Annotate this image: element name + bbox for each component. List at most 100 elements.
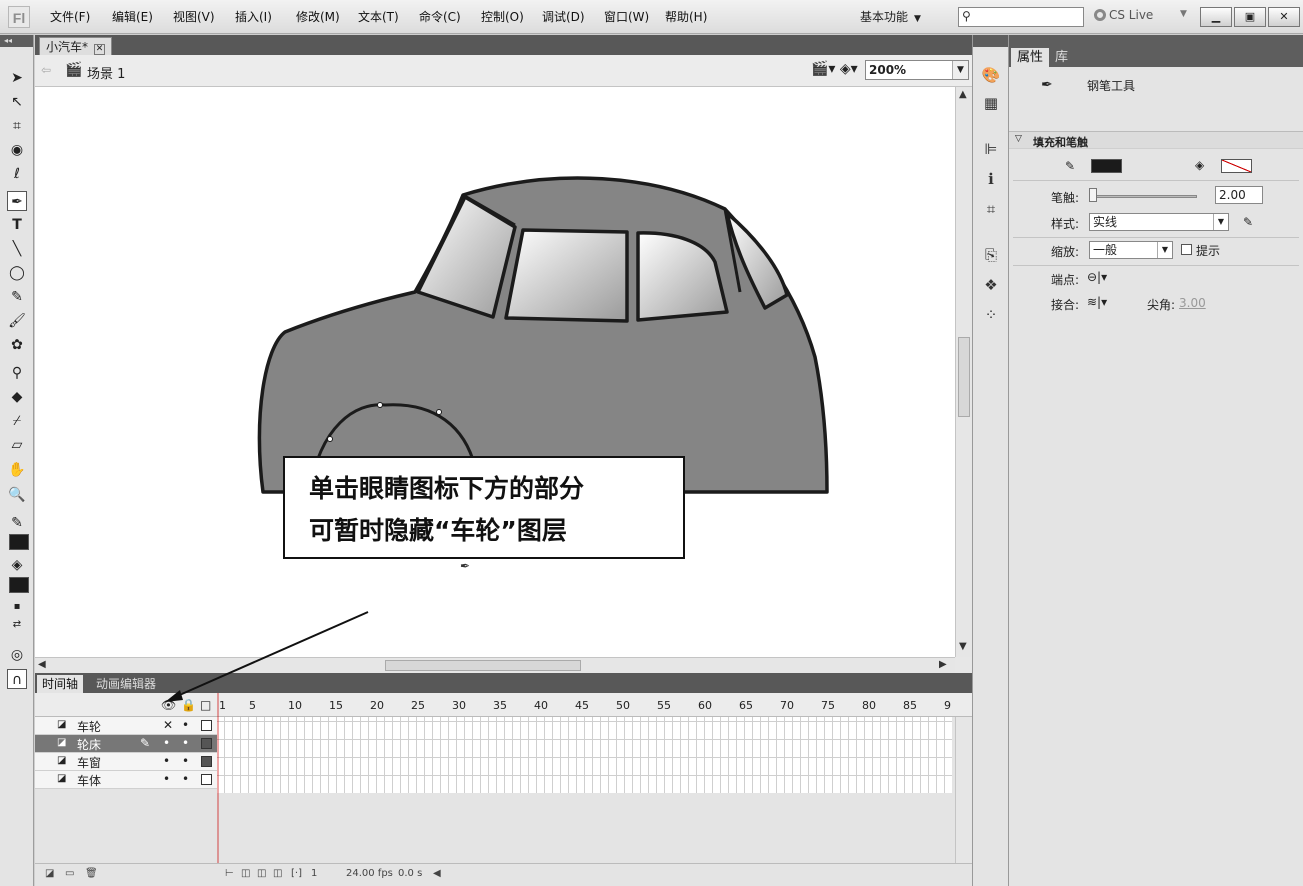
timeline-vertical-scrollbar[interactable] [955, 717, 972, 865]
text-tool-icon[interactable]: T [7, 215, 27, 235]
new-folder-icon[interactable]: ▭ [65, 868, 74, 879]
menu-commands[interactable]: 命令(C) [419, 8, 461, 25]
menu-help[interactable]: 帮助(H) [665, 8, 707, 25]
motion-presets-icon[interactable]: ⁘ [981, 305, 1001, 325]
bone-tool-icon[interactable]: ⚲ [7, 363, 27, 383]
scroll-right-icon[interactable]: ▶ [939, 659, 947, 670]
maximize-button[interactable]: ▣ [1234, 7, 1266, 27]
cs-live-button[interactable]: CS Live [1094, 8, 1153, 22]
fill-stroke-section[interactable]: ▽ 填充和笔触 [1009, 131, 1303, 149]
stroke-slider[interactable] [1089, 195, 1197, 198]
brush-tool-icon[interactable]: 🖌 [7, 311, 27, 331]
free-transform-tool-icon[interactable]: ⌗ [7, 116, 27, 136]
snap-icon[interactable]: ◎ [7, 645, 27, 665]
hint-checkbox[interactable] [1181, 244, 1192, 255]
hand-tool-icon[interactable]: ✋ [7, 460, 27, 480]
edit-scene-icon[interactable]: 🎬▾ ◈▾ [811, 61, 858, 77]
stroke-width-input[interactable]: 2.00 [1215, 186, 1263, 204]
eye-icon[interactable]: 👁 [161, 698, 176, 712]
scroll-left-icon[interactable]: ◀ [38, 659, 46, 670]
info-icon[interactable]: ℹ [981, 169, 1001, 189]
lock-toggle[interactable]: • [182, 718, 189, 732]
edit-style-icon[interactable]: ✎ [1243, 215, 1253, 229]
menu-debug[interactable]: 调试(D) [542, 8, 585, 25]
pencil-tool-icon[interactable]: ✎ [7, 287, 27, 307]
paint-bucket-tool-icon[interactable]: ◆ [7, 387, 27, 407]
scroll-left-icon[interactable]: ◀ [433, 868, 441, 879]
scene-label[interactable]: 场景 1 [87, 63, 125, 82]
deco-tool-icon[interactable]: ✿ [7, 335, 27, 355]
menu-control[interactable]: 控制(O) [481, 8, 524, 25]
black-white-icon[interactable]: ▪ [7, 597, 27, 617]
oval-tool-icon[interactable]: ◯ [7, 263, 27, 283]
components-icon[interactable]: ❖ [981, 275, 1001, 295]
magnet-icon[interactable]: ∩ [7, 669, 27, 689]
stroke-style-select[interactable]: 实线 ▼ [1089, 213, 1229, 231]
stage-canvas[interactable]: ✒ [35, 87, 955, 657]
outline-toggle[interactable] [201, 720, 212, 731]
edit-multiple-frames-icon[interactable]: ◫ [273, 868, 282, 879]
hidden-icon[interactable]: ✕ [163, 718, 173, 732]
scale-select[interactable]: 一般 ▼ [1089, 241, 1173, 259]
3d-rotation-tool-icon[interactable]: ◉ [7, 140, 27, 160]
outline-toggle[interactable] [201, 756, 212, 767]
layer-row-body[interactable]: ◪ 车体 • • [35, 771, 217, 789]
tab-library[interactable]: 库 [1049, 48, 1074, 67]
scroll-thumb[interactable] [385, 660, 581, 671]
center-frame-icon[interactable]: ⊢ [225, 868, 234, 879]
onion-skin-icon[interactable]: ◫ [241, 868, 250, 879]
zoom-select[interactable]: 200% ▼ [865, 60, 969, 80]
stroke-color-swatch[interactable] [1091, 159, 1122, 173]
onion-outline-icon[interactable]: ◫ [257, 868, 266, 879]
lasso-tool-icon[interactable]: ℓ [7, 164, 27, 184]
stage-vertical-scrollbar[interactable]: ▲ ▼ [955, 87, 972, 657]
collapse-icon[interactable]: ◂◂ [0, 35, 33, 47]
code-snippets-icon[interactable]: ⎘ [981, 245, 1001, 265]
cap-style-select[interactable]: ⊖|▾ [1087, 270, 1107, 284]
back-arrow-icon[interactable]: ⇦ [41, 63, 51, 77]
menu-window[interactable]: 窗口(W) [604, 8, 649, 25]
lock-toggle[interactable]: • [182, 754, 189, 768]
color-palette-icon[interactable]: 🎨 [981, 65, 1001, 85]
tab-properties[interactable]: 属性 [1011, 48, 1050, 67]
slider-thumb[interactable] [1089, 188, 1097, 202]
outline-toggle[interactable] [201, 738, 212, 749]
stroke-color-swatch[interactable] [9, 534, 29, 550]
swap-colors-icon[interactable]: ⇄ [7, 615, 27, 635]
minimize-button[interactable]: ▁ [1200, 7, 1232, 27]
layer-row-windows[interactable]: ◪ 车窗 • • [35, 753, 217, 771]
collapse-icon[interactable] [973, 35, 1008, 47]
document-tab[interactable]: 小汽车* ✕ [39, 37, 113, 55]
visibility-toggle[interactable]: • [163, 754, 170, 768]
zoom-tool-icon[interactable]: 🔍 [7, 485, 27, 505]
tab-timeline[interactable]: 时间轴 [37, 675, 84, 693]
pen-tool-icon[interactable]: ✒ [7, 191, 27, 211]
fill-color-swatch[interactable] [9, 577, 29, 593]
tab-motion-editor[interactable]: 动画编辑器 [91, 675, 161, 693]
close-button[interactable]: ✕ [1268, 7, 1300, 27]
chevron-down-icon[interactable]: ▼ [1180, 9, 1187, 19]
visibility-toggle[interactable]: • [163, 772, 170, 786]
outline-icon[interactable]: □ [200, 698, 211, 712]
selection-tool-icon[interactable]: ➤ [7, 68, 27, 88]
layer-row-wheels[interactable]: ◪ 车轮 ✕ • [35, 717, 217, 735]
menu-insert[interactable]: 插入(I) [235, 8, 272, 25]
frame-rate[interactable]: 24.00 fps [346, 868, 393, 879]
scroll-thumb[interactable] [958, 337, 970, 417]
eyedropper-tool-icon[interactable]: ⌿ [7, 411, 27, 431]
menu-view[interactable]: 视图(V) [173, 8, 215, 25]
onion-markers-icon[interactable]: [·] [291, 868, 302, 879]
playhead[interactable] [217, 693, 219, 863]
lock-icon[interactable]: 🔒 [181, 698, 196, 712]
stage-horizontal-scrollbar[interactable]: ◀ ▶ [35, 657, 955, 673]
workspace-switcher[interactable]: 基本功能 ▼ [860, 8, 921, 25]
fill-color-swatch[interactable] [1221, 159, 1252, 173]
lock-toggle[interactable]: • [182, 772, 189, 786]
swatches-icon[interactable]: ▦ [981, 93, 1001, 113]
menu-edit[interactable]: 编辑(E) [112, 8, 153, 25]
transform-icon[interactable]: ⌗ [981, 199, 1001, 219]
menu-text[interactable]: 文本(T) [358, 8, 399, 25]
close-icon[interactable]: ✕ [94, 44, 106, 55]
eraser-tool-icon[interactable]: ▱ [7, 435, 27, 455]
delete-layer-icon[interactable]: 🗑 [85, 868, 98, 879]
